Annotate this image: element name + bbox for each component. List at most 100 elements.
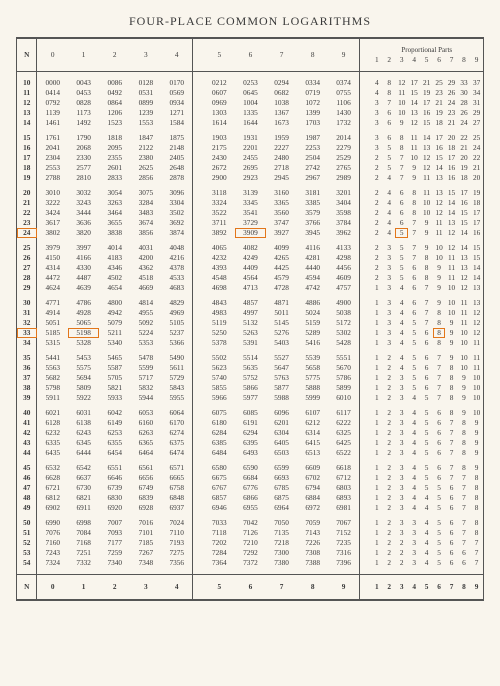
- cell-p6: 5: [433, 503, 445, 513]
- cell-d9: 5302: [328, 328, 359, 338]
- cell-d7: 6096: [266, 408, 297, 418]
- cell-d7: 6304: [266, 428, 297, 438]
- cell-p6: 19: [433, 108, 445, 118]
- cell-d0: 7160: [37, 538, 68, 548]
- cell-d0: 6435: [37, 448, 68, 458]
- cell-d3: 2380: [130, 153, 161, 163]
- cell-d7: 5145: [266, 318, 297, 328]
- cell-d5: 1903: [204, 133, 235, 143]
- cell-p7: 6: [445, 558, 457, 575]
- cell-p9: 15: [470, 243, 483, 253]
- cell-d1: 6444: [68, 448, 99, 458]
- cell-d6: 6955: [235, 503, 266, 513]
- cell-p5: 4: [420, 503, 432, 513]
- cell-d7: 5647: [266, 363, 297, 373]
- cell-d8: 6794: [297, 483, 328, 493]
- cell-d7: 5011: [266, 308, 297, 318]
- cell-d2: 1206: [99, 108, 130, 118]
- cell-d1: 4928: [68, 308, 99, 318]
- cell-d3: 6656: [130, 473, 161, 483]
- cell-d6: 6493: [235, 448, 266, 458]
- cell-d8: 1987: [297, 133, 328, 143]
- cell-d6: 3729: [235, 218, 266, 228]
- cell-p7: 8: [445, 363, 457, 373]
- cell-p4: 12: [408, 118, 420, 128]
- cell-d0: 4624: [37, 283, 68, 293]
- cell-p8: 15: [458, 218, 470, 228]
- cell-p3: 4: [395, 338, 407, 348]
- row-n: 51: [17, 528, 37, 538]
- cell-p8: 33: [458, 72, 470, 89]
- cell-p9: 9: [470, 448, 483, 458]
- cell-p9: 8: [470, 503, 483, 513]
- cell-d5: 6075: [204, 408, 235, 418]
- cell-d6: 6294: [235, 428, 266, 438]
- cell-p5: 5: [420, 463, 432, 473]
- cell-d1: 2577: [68, 163, 99, 173]
- cell-p2: 2: [383, 438, 395, 448]
- cell-d1: 3243: [68, 198, 99, 208]
- cell-d9: 2765: [328, 163, 359, 173]
- cell-p6: 8: [433, 318, 445, 328]
- cell-p1: 3: [371, 118, 383, 128]
- row-n: 10: [17, 72, 37, 89]
- cell-p3: 3: [395, 503, 407, 513]
- cell-d2: 1523: [99, 118, 130, 128]
- cell-p5: 4: [420, 493, 432, 503]
- cell-d3: 5717: [130, 373, 161, 383]
- cell-p9: 9: [470, 438, 483, 448]
- row-n: 11: [17, 88, 37, 98]
- cell-p6: 5: [433, 538, 445, 548]
- cell-d3: 7185: [130, 538, 161, 548]
- cell-d4: 0934: [161, 98, 192, 108]
- table-row: 3959115922593359445955596659775988599960…: [17, 393, 483, 403]
- cell-p4: 5: [408, 318, 420, 328]
- cell-d6: 2201: [235, 143, 266, 153]
- cell-d5: 6946: [204, 503, 235, 513]
- cell-p3: 3: [395, 383, 407, 393]
- cell-p4: 3: [408, 528, 420, 538]
- cell-p8: 21: [458, 143, 470, 153]
- cell-p7: 10: [445, 283, 457, 293]
- cell-p1: 1: [371, 493, 383, 503]
- cell-p3: 5: [395, 253, 407, 263]
- cell-d3: 5944: [130, 393, 161, 403]
- table-row: 3554415453546554785490550255145527553955…: [17, 353, 483, 363]
- cell-p7: 6: [445, 493, 457, 503]
- cell-d4: 4533: [161, 273, 192, 283]
- table-row: 2844724487450245184533454845644579459446…: [17, 273, 483, 283]
- cell-p7: 15: [445, 188, 457, 198]
- cell-p4: 5: [408, 353, 420, 363]
- cell-p3: 3: [395, 518, 407, 528]
- cell-d4: 5611: [161, 363, 192, 373]
- cell-p5: 5: [420, 473, 432, 483]
- cell-d1: 2068: [68, 143, 99, 153]
- cell-p2: 3: [383, 328, 395, 338]
- cell-d1: 6031: [68, 408, 99, 418]
- cell-p7: 7: [445, 473, 457, 483]
- cell-p4: 8: [408, 208, 420, 218]
- cell-p9: 37: [470, 72, 483, 89]
- cell-d5: 4393: [204, 263, 235, 273]
- cell-p5: 7: [420, 318, 432, 328]
- cell-p3: 4: [395, 298, 407, 308]
- cell-d6: 4857: [235, 298, 266, 308]
- cell-d1: 5922: [68, 393, 99, 403]
- cell-d7: 4871: [266, 298, 297, 308]
- cell-d3: 1239: [130, 108, 161, 118]
- cell-p6: 6: [433, 408, 445, 418]
- table-header: N0123456789Proportional Parts123456789: [17, 39, 483, 72]
- cell-d5: 6180: [204, 418, 235, 428]
- cell-p1: 2: [371, 243, 383, 253]
- cell-d5: 2175: [204, 143, 235, 153]
- cell-p5: 9: [420, 228, 432, 238]
- cell-p6: 11: [433, 218, 445, 228]
- cell-p6: 8: [433, 338, 445, 348]
- cell-d4: 5366: [161, 338, 192, 348]
- cell-d9: 7235: [328, 538, 359, 548]
- cell-d2: 5933: [99, 393, 130, 403]
- cell-d2: 5821: [99, 383, 130, 393]
- cell-d8: 4440: [297, 263, 328, 273]
- page-title: FOUR-PLACE COMMON LOGARITHMS: [16, 14, 484, 29]
- cell-d8: 4116: [297, 243, 328, 253]
